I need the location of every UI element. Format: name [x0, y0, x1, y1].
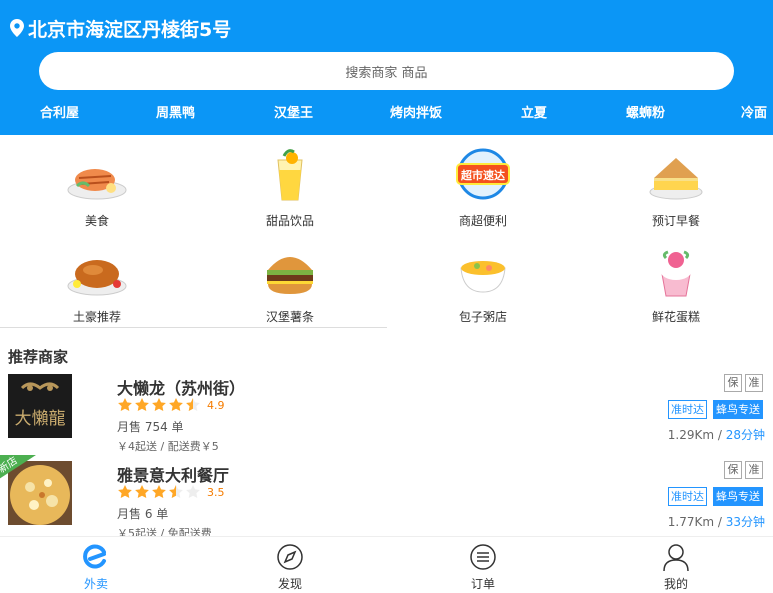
burger-icon [267, 257, 313, 294]
delivery-badge: 蜂鸟专送 [713, 487, 763, 506]
category-label: 预订早餐 [651, 214, 700, 228]
tab-takeout[interactable]: 外卖 [56, 537, 136, 593]
star-icon [118, 485, 132, 498]
new-shop-badge: 新店 [0, 455, 36, 479]
star-icon [135, 398, 149, 411]
tab-profile[interactable]: 我的 [636, 537, 716, 593]
on-time-badge: 准时达 [668, 400, 707, 419]
category-label: 美食 [84, 214, 109, 228]
header: 北京市海淀区丹棱街5号 搜索商家 商品 合利屋 周黑鸭 汉堡王 烤肉拌饭 立夏 … [0, 0, 773, 135]
shop-name: 大懒龙（苏州街） [117, 379, 246, 398]
empty-star-icon [186, 485, 200, 498]
category-label: 土豪推荐 [72, 310, 121, 324]
category-label: 包子粥店 [458, 310, 507, 324]
tab-discover[interactable]: 发现 [250, 537, 330, 593]
on-time-badge: 准时达 [668, 487, 707, 506]
delivery-time: 33分钟 [725, 515, 765, 529]
divider [0, 327, 387, 328]
half-star-icon [186, 398, 200, 411]
bottom-tab-bar: 外卖 发现 订单 我的 [0, 536, 773, 593]
hot-word[interactable]: 烤肉拌饭 [390, 102, 442, 121]
distance-time: 1.29Km / 28分钟 [668, 426, 765, 443]
shop-item[interactable]: 大懶龍 大懒龙（苏州街） 4.9 月售 754 单 ￥4起送 / 配送费￥5 保… [0, 374, 773, 462]
porridge-bowl-icon [460, 261, 506, 293]
address-button[interactable]: 北京市海淀区丹棱街5号 [10, 14, 231, 42]
category-label: 商超便利 [458, 214, 507, 228]
location-pin-icon [10, 19, 24, 37]
hot-word[interactable]: 合利屋 [40, 102, 79, 121]
tab-label: 发现 [277, 577, 302, 591]
shop-logo: 大懶龍 [8, 374, 72, 438]
sandwich-icon [649, 158, 703, 200]
category-label: 鲜花蛋糕 [651, 310, 700, 324]
hot-search-list: 合利屋 周黑鸭 汉堡王 烤肉拌饭 立夏 螺蛳粉 冷面 [0, 100, 773, 124]
guarantee-tag: 保 [724, 374, 742, 392]
monthly-sales: 月售 6 单 [117, 507, 169, 521]
delivery-badge: 蜂鸟专送 [713, 400, 763, 419]
monthly-sales: 月售 754 单 [117, 420, 184, 434]
half-star-icon [169, 485, 183, 498]
rating-stars: 4.9 [117, 397, 225, 413]
star-icon [169, 398, 183, 411]
rating-score: 4.9 [207, 398, 225, 412]
search-placeholder: 搜索商家 商品 [345, 65, 428, 81]
distance: 1.77Km [667, 515, 715, 529]
address-text: 北京市海淀区丹棱街5号 [28, 18, 232, 41]
tab-label: 我的 [663, 577, 688, 591]
rating-stars: 3.5 [117, 484, 225, 500]
hot-word[interactable]: 立夏 [521, 102, 547, 121]
user-icon [663, 544, 689, 571]
cupcake-icon [660, 250, 692, 297]
category-label: 甜品饮品 [265, 214, 314, 228]
grilled-salmon-icon [67, 169, 127, 200]
star-icon [135, 485, 149, 498]
star-icon [118, 398, 132, 411]
distance: 1.29Km [667, 428, 715, 442]
on-time-tag: 准 [745, 374, 763, 392]
hot-word[interactable]: 汉堡王 [274, 102, 313, 121]
eleme-logo-icon [83, 544, 106, 569]
tab-label: 订单 [470, 577, 495, 591]
separator: / [714, 428, 726, 442]
rating-score: 3.5 [207, 485, 225, 499]
delivery-time: 28分钟 [725, 428, 765, 442]
separator: / [714, 515, 726, 529]
search-input[interactable]: 搜索商家 商品 [39, 52, 734, 90]
compass-icon [277, 544, 303, 570]
distance-time: 1.77Km / 33分钟 [668, 513, 765, 530]
category-label: 汉堡薯条 [265, 310, 314, 324]
supermarket-icon-text: 超市速达 [460, 168, 505, 182]
star-icon [152, 398, 166, 411]
drink-cup-icon [277, 149, 303, 201]
hot-word[interactable]: 周黑鸭 [156, 102, 195, 121]
hot-word[interactable]: 螺蛳粉 [626, 102, 665, 121]
supermarket-express-icon: 超市速达 [456, 148, 510, 200]
hot-word[interactable]: 冷面 [741, 102, 767, 121]
shop-name: 雅景意大利餐厅 [117, 466, 230, 485]
roast-chicken-icon [67, 260, 127, 296]
delivery-fee: ￥4起送 / 配送费￥5 [117, 440, 219, 453]
tab-label: 外卖 [83, 577, 108, 591]
svg-text:大懶龍: 大懶龍 [15, 409, 66, 429]
tab-orders[interactable]: 订单 [443, 537, 523, 593]
guarantee-tag: 保 [724, 461, 742, 479]
star-icon [152, 485, 166, 498]
shop-logo-image: 大懶龍 [8, 374, 72, 438]
order-list-icon [470, 544, 496, 570]
section-title: 推荐商家 [8, 348, 69, 366]
on-time-tag: 准 [745, 461, 763, 479]
